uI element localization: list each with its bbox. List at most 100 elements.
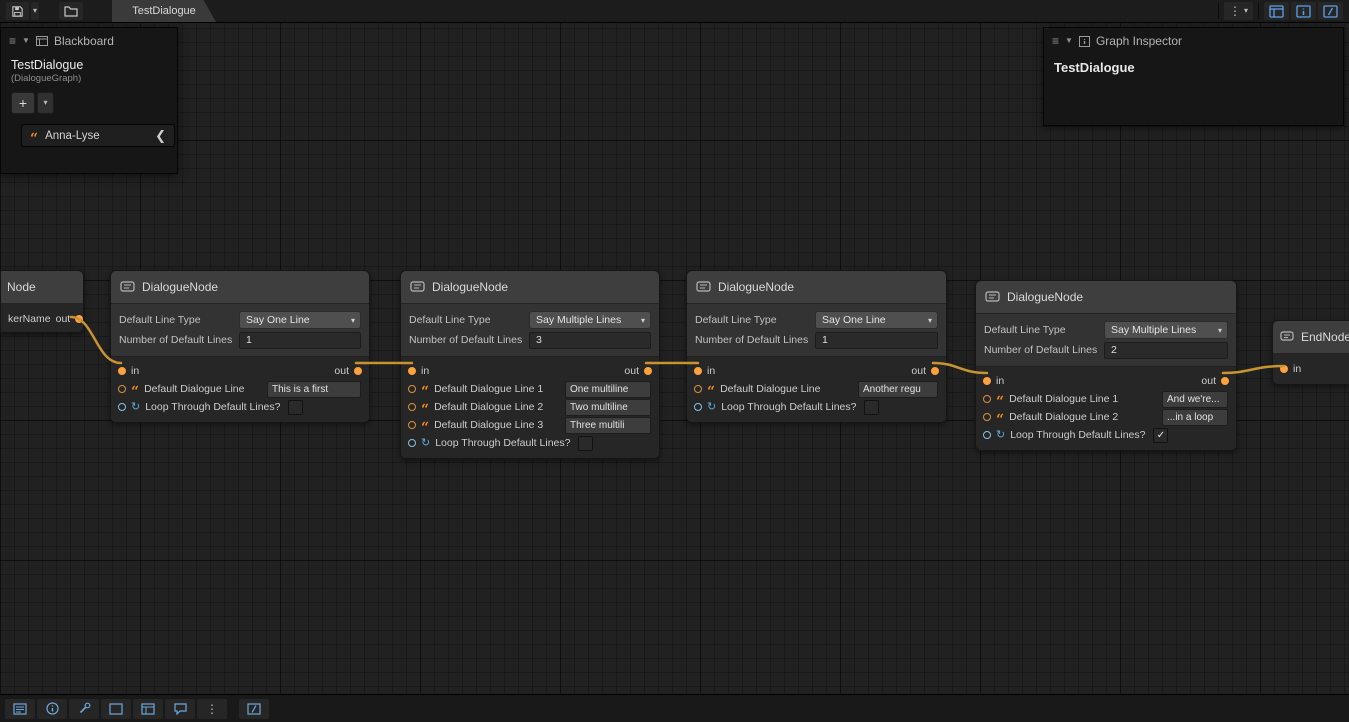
dialogue-line-field[interactable]: Another regu xyxy=(858,381,938,398)
node-title-bar[interactable]: EndNode xyxy=(1273,321,1349,354)
overflow-menu-button[interactable]: ⋮ ▾ xyxy=(1224,2,1253,20)
dialogue-line-port[interactable] xyxy=(983,413,991,421)
tools-button[interactable] xyxy=(69,699,99,719)
quote-icon: “ xyxy=(30,135,38,143)
in-port-label: in xyxy=(421,365,429,377)
dialogue-panel-button[interactable] xyxy=(165,699,195,719)
blackboard-toggle-button[interactable] xyxy=(1264,2,1289,20)
node-title-bar[interactable]: DialogueNode xyxy=(687,271,946,304)
dialogue-line-field[interactable]: This is a first xyxy=(267,381,361,398)
chevron-down-icon: ▾ xyxy=(351,316,355,325)
in-port[interactable] xyxy=(408,367,416,375)
end-node-icon xyxy=(1280,331,1294,343)
save-icon xyxy=(11,5,24,18)
end-node[interactable]: EndNode in xyxy=(1272,320,1349,385)
dialogue-line-field[interactable]: Three multili xyxy=(565,417,651,434)
loop-checkbox[interactable] xyxy=(864,400,879,415)
open-asset-button[interactable] xyxy=(59,2,83,20)
node-title-bar[interactable]: Node xyxy=(1,271,83,304)
dialogue-line-port[interactable] xyxy=(118,385,126,393)
expand-chevron-icon[interactable]: ❮ xyxy=(155,128,166,144)
loop-checkbox[interactable] xyxy=(578,436,593,451)
line-type-dropdown[interactable]: Say One Line ▾ xyxy=(815,311,938,329)
in-port[interactable] xyxy=(118,367,126,375)
loop-port[interactable] xyxy=(118,403,126,411)
speech-icon xyxy=(174,703,187,715)
port-label: Loop Through Default Lines? xyxy=(1010,429,1145,441)
console-button[interactable] xyxy=(5,699,35,719)
line-type-dropdown[interactable]: Say One Line ▾ xyxy=(239,311,361,329)
dialogue-line-field[interactable]: One multiline xyxy=(565,381,651,398)
blackboard-field-row[interactable]: “ Anna-Lyse ❮ xyxy=(21,124,175,147)
num-default-lines-field[interactable]: 1 xyxy=(239,332,361,349)
save-dropdown-button[interactable]: ▾ xyxy=(31,2,39,20)
dialogue-line-field[interactable]: Two multiline xyxy=(565,399,651,416)
node-title: DialogueNode xyxy=(1007,290,1083,304)
hamburger-icon[interactable]: ≡ xyxy=(9,35,16,47)
bottom-overflow-button[interactable]: ⋮ xyxy=(197,699,227,719)
dialogue-line-port[interactable] xyxy=(408,403,416,411)
prop-label: Default Line Type xyxy=(409,314,529,326)
info-icon xyxy=(46,702,59,715)
minimap-button[interactable] xyxy=(239,699,269,719)
loop-port[interactable] xyxy=(983,431,991,439)
inspector-icon xyxy=(1079,36,1090,47)
add-property-button[interactable]: + xyxy=(11,92,35,114)
minimap-toggle-button[interactable] xyxy=(1318,2,1343,20)
num-default-lines-field[interactable]: 3 xyxy=(529,332,651,349)
node-title-bar[interactable]: DialogueNode xyxy=(401,271,659,304)
node-title-bar[interactable]: DialogueNode xyxy=(111,271,369,304)
prop-label: Default Line Type xyxy=(119,314,239,326)
collapse-arrow-icon[interactable]: ▼ xyxy=(1065,37,1073,45)
hamburger-icon[interactable]: ≡ xyxy=(1052,35,1059,47)
loop-icon: ↻ xyxy=(707,402,716,413)
collapse-arrow-icon[interactable]: ▼ xyxy=(22,37,30,45)
line-type-dropdown[interactable]: Say Multiple Lines ▾ xyxy=(529,311,651,329)
port-label: Loop Through Default Lines? xyxy=(721,401,856,413)
inspector-button[interactable] xyxy=(37,699,67,719)
dialogue-line-port[interactable] xyxy=(408,421,416,429)
node-title: DialogueNode xyxy=(142,280,218,294)
loop-checkbox[interactable] xyxy=(288,400,303,415)
port-label: kerName xyxy=(8,313,51,325)
dialogue-node-1[interactable]: DialogueNode Default Line Type Say One L… xyxy=(110,270,370,423)
in-port[interactable] xyxy=(983,377,991,385)
out-port[interactable] xyxy=(644,367,652,375)
add-property-dropdown[interactable]: ▾ xyxy=(37,92,54,114)
graph-inspector-toggle-icon xyxy=(1296,5,1311,18)
num-default-lines-field[interactable]: 1 xyxy=(815,332,938,349)
asset-tab[interactable]: TestDialogue xyxy=(112,0,216,22)
loop-port[interactable] xyxy=(408,439,416,447)
loop-port[interactable] xyxy=(694,403,702,411)
partial-node[interactable]: Node kerName out xyxy=(0,270,84,333)
dialogue-node-4[interactable]: DialogueNode Default Line Type Say Multi… xyxy=(975,280,1237,451)
dialogue-line-field[interactable]: And we're... xyxy=(1162,391,1228,408)
num-default-lines-field[interactable]: 2 xyxy=(1104,342,1228,359)
port-label: Default Dialogue Line xyxy=(144,383,244,395)
frame-button[interactable] xyxy=(101,699,131,719)
dialogue-line-field[interactable]: ...in a loop xyxy=(1162,409,1228,426)
blackboard-graph-type: (DialogueGraph) xyxy=(1,72,177,90)
line-type-dropdown[interactable]: Say Multiple Lines ▾ xyxy=(1104,321,1228,339)
dialogue-node-2[interactable]: DialogueNode Default Line Type Say Multi… xyxy=(400,270,660,459)
blackboard-panel-button[interactable] xyxy=(133,699,163,719)
out-port[interactable] xyxy=(931,367,939,375)
dialogue-line-port[interactable] xyxy=(983,395,991,403)
dialogue-line-port[interactable] xyxy=(408,385,416,393)
node-title-bar[interactable]: DialogueNode xyxy=(976,281,1236,314)
out-port[interactable] xyxy=(354,367,362,375)
out-port[interactable] xyxy=(1221,377,1229,385)
in-port[interactable] xyxy=(694,367,702,375)
dialogue-node-icon xyxy=(120,281,135,294)
loop-checkbox[interactable]: ✓ xyxy=(1153,428,1168,443)
node-title: EndNode xyxy=(1301,330,1349,344)
save-button[interactable] xyxy=(6,2,29,20)
quote-icon: “ xyxy=(421,406,429,414)
in-port-label: in xyxy=(131,365,139,377)
dialogue-line-port[interactable] xyxy=(694,385,702,393)
dialogue-node-3[interactable]: DialogueNode Default Line Type Say One L… xyxy=(686,270,947,423)
chevron-down-icon: ▾ xyxy=(43,99,47,107)
graph-inspector-toggle-button[interactable] xyxy=(1291,2,1316,20)
prop-label: Number of Default Lines xyxy=(409,334,529,346)
prop-label: Default Line Type xyxy=(984,324,1104,336)
